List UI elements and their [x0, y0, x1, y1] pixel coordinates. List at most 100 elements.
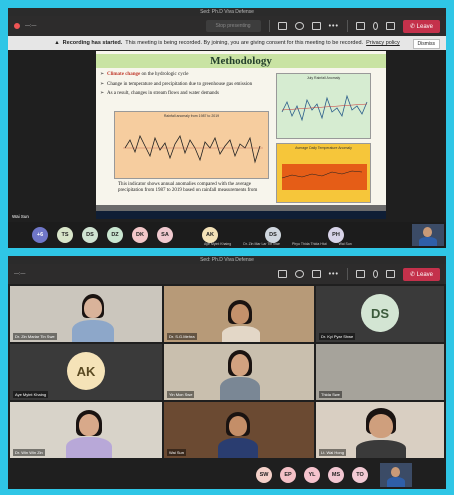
share-icon[interactable] — [385, 22, 395, 30]
participant-avatar[interactable]: AK — [202, 227, 218, 243]
participant-name: Wai Sun — [338, 242, 352, 246]
slide-title: Methodology — [96, 54, 386, 68]
participant-initials: AK — [67, 352, 105, 390]
recording-banner: ▲ Recording has started. This meeting is… — [8, 36, 446, 50]
participant-name: Dr. Zin Mar Lar Tin Swe — [243, 242, 280, 246]
banner-text: This meeting is being recorded. By joini… — [125, 40, 364, 46]
video-tile[interactable]: Yin Mon Swe — [164, 344, 314, 400]
person-face — [79, 414, 99, 436]
dismiss-button[interactable]: Dismiss — [412, 39, 440, 49]
banner-title: Recording has started. — [62, 40, 123, 46]
july-line — [281, 94, 368, 122]
meeting-toolbar: —:— ••• ✆ Leave — [8, 264, 446, 284]
info-icon: ▲ — [54, 40, 60, 46]
participant-strip: SW EP YL MS TO — [8, 461, 446, 489]
window-title: Sed: Ph.D Viva Defense — [8, 256, 446, 264]
divider — [268, 20, 270, 32]
participant-avatar[interactable]: DS — [265, 227, 281, 243]
bullet-text: on the hydrologic cycle — [141, 72, 189, 77]
windows-taskbar — [96, 211, 386, 219]
participants-icon[interactable] — [294, 270, 304, 278]
video-tile[interactable]: Dr. Win Win Zin — [10, 402, 162, 458]
video-tile[interactable]: Thida Swe — [316, 344, 444, 400]
participants-icon[interactable] — [294, 22, 304, 30]
bullet-2: Change in temperature and precipitation … — [100, 82, 260, 89]
participant-avatar[interactable]: YL — [304, 467, 320, 483]
strip-names: Aye Myint Khaing Dr. Zin Mar Lar Tin Swe… — [204, 242, 352, 246]
leave-button[interactable]: ✆ Leave — [402, 267, 440, 281]
raise-hand-icon[interactable] — [311, 270, 321, 278]
divider — [346, 268, 348, 280]
bullet-1: Climate change on the hydrologic cycle — [100, 72, 260, 79]
self-video — [380, 463, 412, 487]
microphone-icon[interactable] — [372, 22, 378, 30]
meeting-toolbar: —:— Stop presenting ••• ✆ Leave — [8, 16, 446, 36]
more-actions-button[interactable]: ••• — [329, 23, 339, 30]
video-tile[interactable]: Dr. S.G.Mehra — [164, 286, 314, 342]
person — [423, 227, 432, 237]
chat-icon[interactable] — [277, 22, 287, 30]
video-tile[interactable]: Wai Sun — [164, 402, 314, 458]
participant-avatar[interactable]: DK — [132, 227, 148, 243]
overflow-participants[interactable]: +6 — [32, 227, 48, 243]
microphone-icon[interactable] — [372, 270, 378, 278]
person-shirt — [66, 437, 112, 458]
participant-avatar[interactable]: MS — [328, 467, 344, 483]
person-shirt — [387, 477, 405, 487]
participant-avatar[interactable]: SW — [256, 467, 272, 483]
raise-hand-icon[interactable] — [311, 22, 321, 30]
timer: —:— — [25, 23, 37, 29]
person-shirt — [220, 377, 260, 400]
bullet-3: As a result, changes in stream flows and… — [100, 91, 260, 98]
person-shirt — [72, 320, 114, 342]
presenter-name: Wai Sun — [12, 214, 29, 219]
participant-name: Aye Myint Khaing — [204, 242, 232, 246]
leave-label: Leave — [416, 271, 433, 278]
person-face — [369, 414, 393, 438]
participant-name: Dr. S.G.Mehra — [167, 333, 197, 340]
chat-icon[interactable] — [277, 270, 287, 278]
slide-caption: This indicator shows annual anomalies co… — [118, 182, 258, 193]
video-tile[interactable]: Dr. Zin Marlar Tin Swe — [10, 286, 162, 342]
share-icon[interactable] — [385, 270, 395, 278]
more-actions-button[interactable]: ••• — [329, 271, 339, 278]
privacy-policy-link[interactable]: Privacy policy — [366, 40, 400, 46]
shared-screen: Methodology Climate change on the hydrol… — [96, 51, 386, 219]
person-shirt — [222, 326, 260, 342]
participant-name: Thida Swe — [319, 391, 342, 398]
participant-initials: DS — [361, 294, 399, 332]
chart-title: July Rainfall Anomaly — [306, 76, 341, 80]
video-tile[interactable]: AK Aye Myint Khaing — [10, 344, 162, 400]
slide-bullets: Climate change on the hydrologic cycle C… — [100, 72, 260, 101]
participant-avatar[interactable]: PH — [328, 227, 344, 243]
leave-label: Leave — [416, 23, 433, 30]
temperature-anomaly-chart: Average Daily Temperature Anomaly — [276, 143, 371, 203]
self-video — [412, 224, 444, 246]
participant-avatar[interactable]: TO — [352, 467, 368, 483]
person-face — [231, 304, 249, 324]
participant-name: Phyu Thida Thida Htut — [291, 242, 327, 246]
july-rainfall-chart: July Rainfall Anomaly — [276, 73, 371, 139]
person-shirt — [218, 438, 258, 458]
camera-icon[interactable] — [355, 270, 365, 278]
divider — [346, 20, 348, 32]
camera-icon[interactable] — [355, 22, 365, 30]
participant-name: Aye Myint Khaing — [13, 391, 49, 398]
stop-presenting-button[interactable]: Stop presenting — [205, 20, 261, 32]
video-tile[interactable]: Lt. Wai Hong — [316, 402, 444, 458]
participant-avatar[interactable]: EP — [280, 467, 296, 483]
bullet-keyword: Climate change — [107, 72, 141, 77]
person-face — [229, 416, 247, 436]
participant-avatar[interactable]: SA — [157, 227, 173, 243]
rainfall-line — [123, 134, 263, 164]
person-face — [84, 298, 102, 318]
teams-window-presentation: Sed: Ph.D Viva Defense —:— Stop presenti… — [8, 8, 446, 248]
video-tile[interactable]: DS Dr. Kyi Pyar Shwe — [316, 286, 444, 342]
record-icon — [14, 23, 20, 29]
participant-avatar[interactable]: DS — [82, 227, 98, 243]
participant-name: Dr. Zin Marlar Tin Swe — [13, 333, 57, 340]
timer: —:— — [14, 271, 26, 277]
participant-avatar[interactable]: DZ — [107, 227, 123, 243]
leave-button[interactable]: ✆ Leave — [402, 19, 440, 33]
participant-avatar[interactable]: TS — [57, 227, 73, 243]
